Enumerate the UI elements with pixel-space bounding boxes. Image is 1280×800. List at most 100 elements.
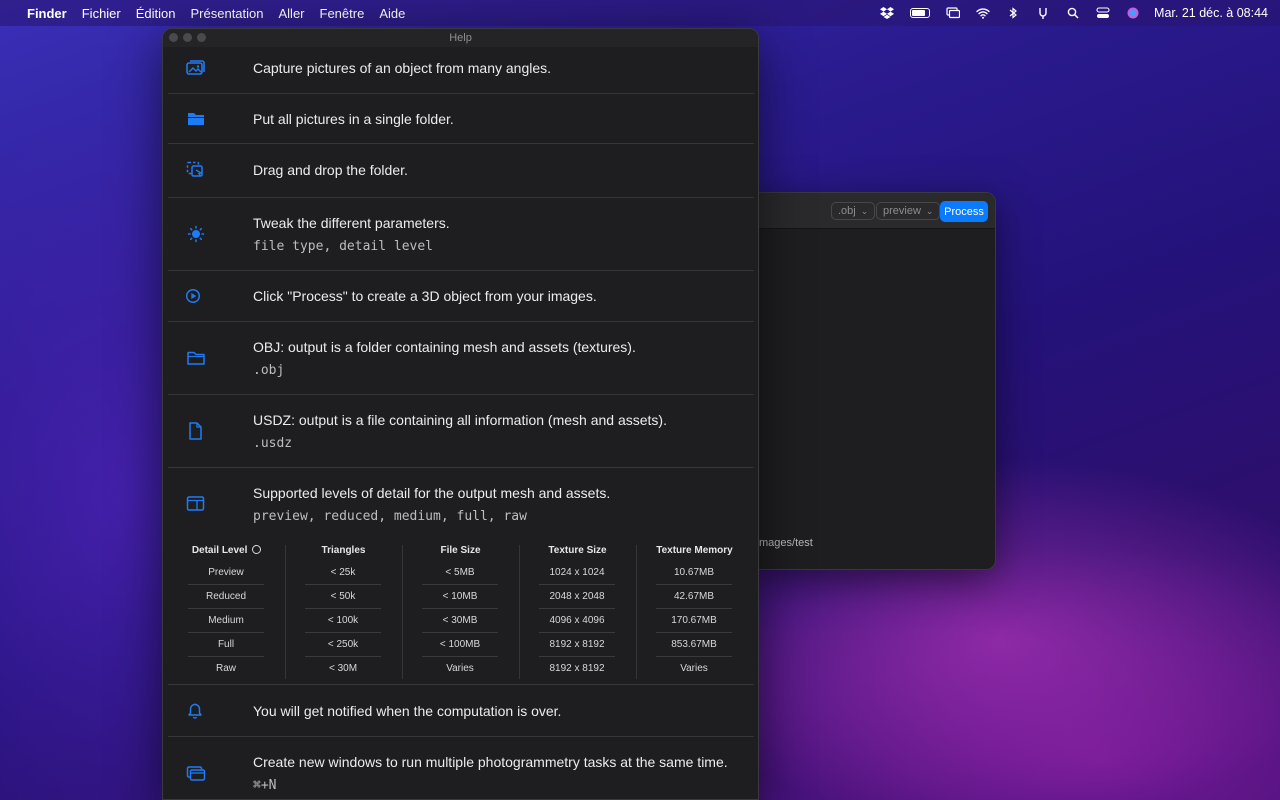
document-icon (186, 422, 206, 440)
help-row-notification: You will get notified when the computati… (168, 685, 754, 737)
file-type-value: .obj (838, 205, 856, 217)
table-cell: 4096 x 4096 (539, 609, 615, 633)
main-app-window: .obj ⌄ preview ⌄ Process mages/test (750, 192, 996, 570)
help-row-text: Capture pictures of an object from many … (253, 60, 552, 76)
table-cell: < 5MB (422, 561, 498, 585)
help-row-code: preview, reduced, medium, full, raw (253, 509, 527, 524)
help-row-code: .usdz (253, 436, 293, 451)
screen-mirror-icon[interactable] (946, 7, 961, 19)
magnifier-icon[interactable] (252, 545, 262, 554)
help-row-code: ⌘+N (253, 778, 277, 793)
folder-outline-icon (186, 349, 206, 367)
layout-icon (186, 495, 206, 513)
table-cell: < 250k (305, 633, 381, 657)
table-cell: < 10MB (422, 585, 498, 609)
detail-level-table: Detail Level Preview Reduced Medium Full… (168, 539, 754, 685)
detail-level-select[interactable]: preview ⌄ (876, 202, 941, 220)
bluetooth-icon[interactable] (1006, 7, 1020, 19)
wifi-icon[interactable] (976, 7, 990, 19)
bell-icon (186, 702, 206, 720)
menu-fenetre[interactable]: Fenêtre (320, 6, 365, 21)
input-folder-path: mages/test (759, 537, 813, 549)
file-type-select[interactable]: .obj ⌄ (831, 202, 876, 220)
table-cell: < 25k (305, 561, 381, 585)
help-row-text: OBJ: output is a folder containing mesh … (253, 339, 636, 355)
process-button[interactable]: Process (940, 201, 988, 222)
help-row-usdz: USDZ: output is a file containing all in… (168, 395, 754, 468)
table-cell: Raw (215, 663, 236, 674)
table-cell: < 50k (305, 585, 381, 609)
table-cell: 853.67MB (656, 633, 732, 657)
help-row-drag: Drag and drop the folder. (168, 144, 754, 198)
menu-presentation[interactable]: Présentation (191, 6, 264, 21)
table-cell: Full (188, 633, 264, 657)
help-row-text: Put all pictures in a single folder. (253, 111, 454, 127)
menubar-clock[interactable]: Mar. 21 déc. à 08:44 (1154, 6, 1268, 20)
battery-icon[interactable] (910, 8, 931, 18)
table-cell: < 30MB (422, 609, 498, 633)
help-row-capture: Capture pictures of an object from many … (168, 47, 754, 94)
dropbox-icon[interactable] (880, 7, 895, 19)
minimize-window-button[interactable] (183, 33, 192, 42)
table-header: Detail Level (168, 545, 285, 556)
table-cell: 42.67MB (656, 585, 732, 609)
table-header: Texture Memory (656, 545, 733, 556)
help-row-text: Create new windows to run multiple photo… (253, 754, 728, 770)
menu-fichier[interactable]: Fichier (82, 6, 121, 21)
table-cell: Preview (188, 561, 264, 585)
menu-edition[interactable]: Édition (136, 6, 176, 21)
help-row-detail-levels: Supported levels of detail for the outpu… (168, 468, 754, 539)
menu-app-finder[interactable]: Finder (27, 6, 67, 21)
table-header: Texture Size (548, 545, 607, 556)
main-window-toolbar: .obj ⌄ preview ⌄ Process (751, 193, 995, 229)
help-row-code: .obj (253, 363, 285, 378)
help-row-obj: OBJ: output is a folder containing mesh … (168, 322, 754, 395)
help-row-text: Drag and drop the folder. (253, 162, 408, 178)
adjust-icon (186, 225, 206, 243)
table-column-texture-memory: Texture Memory 10.67MB 42.67MB 170.67MB … (636, 539, 753, 685)
folder-filled-icon (186, 110, 206, 128)
help-row-text: Tweak the different parameters. (253, 215, 450, 231)
tuning-fork-icon[interactable] (1036, 7, 1050, 19)
table-column-texture-size: Texture Size 1024 x 1024 2048 x 2048 409… (519, 539, 636, 685)
table-cell: < 30M (328, 663, 358, 674)
photos-icon (186, 59, 206, 77)
zoom-window-button[interactable] (197, 33, 206, 42)
menu-aide[interactable]: Aide (379, 6, 405, 21)
table-cell: 2048 x 2048 (539, 585, 615, 609)
table-cell: 8192 x 8192 (539, 633, 615, 657)
menu-bar: Finder Fichier Édition Présentation Alle… (0, 0, 1280, 26)
table-header: File Size (440, 545, 481, 556)
table-cell: Varies (680, 663, 708, 674)
siri-icon[interactable] (1126, 7, 1140, 19)
table-column-detail-level: Detail Level Preview Reduced Medium Full… (168, 539, 285, 685)
help-row-process: Click "Process" to create a 3D object fr… (168, 271, 754, 322)
table-cell: Medium (188, 609, 264, 633)
close-window-button[interactable] (169, 33, 178, 42)
control-center-icon[interactable] (1096, 7, 1110, 19)
table-cell: 170.67MB (656, 609, 732, 633)
chevron-down-icon: ⌄ (925, 205, 934, 216)
help-window: Help Capture pictures of an object from … (162, 28, 759, 800)
help-row-text: USDZ: output is a file containing all in… (253, 412, 667, 428)
help-row-parameters: Tweak the different parameters. file typ… (168, 198, 754, 271)
table-cell: Varies (446, 663, 474, 674)
help-row-folder: Put all pictures in a single folder. (168, 94, 754, 144)
table-cell: 10.67MB (656, 561, 732, 585)
help-row-text: Supported levels of detail for the outpu… (253, 485, 611, 501)
help-row-text: You will get notified when the computati… (253, 703, 562, 719)
windows-icon (186, 765, 206, 783)
play-circle-icon (186, 287, 206, 305)
help-titlebar: Help (163, 29, 758, 47)
drag-drop-icon (186, 161, 206, 179)
chevron-down-icon: ⌄ (860, 205, 869, 216)
menu-aller[interactable]: Aller (279, 6, 305, 21)
table-cell: < 100MB (422, 633, 498, 657)
spotlight-icon[interactable] (1066, 7, 1080, 19)
help-window-title: Help (449, 32, 472, 44)
table-cell: 8192 x 8192 (549, 663, 605, 674)
help-row-text: Click "Process" to create a 3D object fr… (253, 288, 597, 304)
table-header: Triangles (321, 545, 366, 556)
table-cell: Reduced (188, 585, 264, 609)
table-cell: < 100k (305, 609, 381, 633)
